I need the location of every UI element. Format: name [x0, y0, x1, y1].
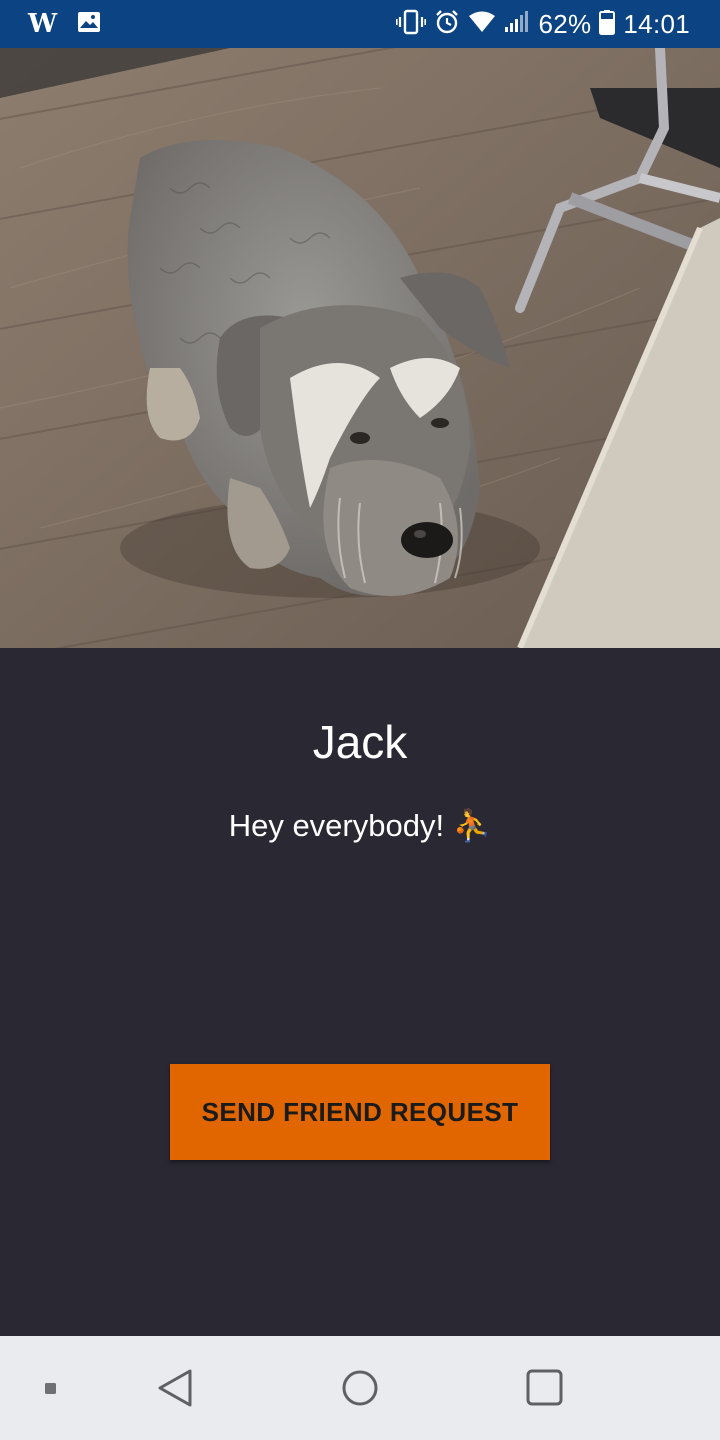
- profile-photo: [0, 48, 720, 648]
- clock: 14:01: [623, 8, 690, 39]
- w-app-icon: W: [28, 9, 58, 39]
- battery-icon: [599, 9, 616, 40]
- back-icon[interactable]: [156, 1368, 194, 1413]
- send-friend-request-button[interactable]: SEND FRIEND REQUEST: [170, 1064, 550, 1160]
- wifi-icon: [468, 10, 496, 39]
- menu-dot-icon[interactable]: [44, 1382, 58, 1401]
- status-bar-right: 62% 14:01: [396, 0, 690, 48]
- navigation-bar: [0, 1336, 720, 1440]
- status-bar: W 62% 14:01: [0, 0, 720, 48]
- signal-icon: [504, 10, 530, 39]
- vibrate-icon: [396, 9, 427, 40]
- profile-name: Jack: [312, 716, 408, 768]
- battery-percent: 62%: [538, 8, 592, 39]
- gallery-icon: [77, 11, 101, 38]
- alarm-icon: [434, 9, 460, 40]
- recents-icon[interactable]: [526, 1369, 564, 1412]
- dog-photo: [0, 48, 720, 648]
- screen: W 62% 14:01 Jack Hey everybody! ⛹️ SEND …: [0, 0, 720, 1440]
- home-icon[interactable]: [340, 1368, 380, 1413]
- profile-status-text: Hey everybody! ⛹️: [228, 808, 492, 843]
- status-bar-left: W: [28, 0, 101, 48]
